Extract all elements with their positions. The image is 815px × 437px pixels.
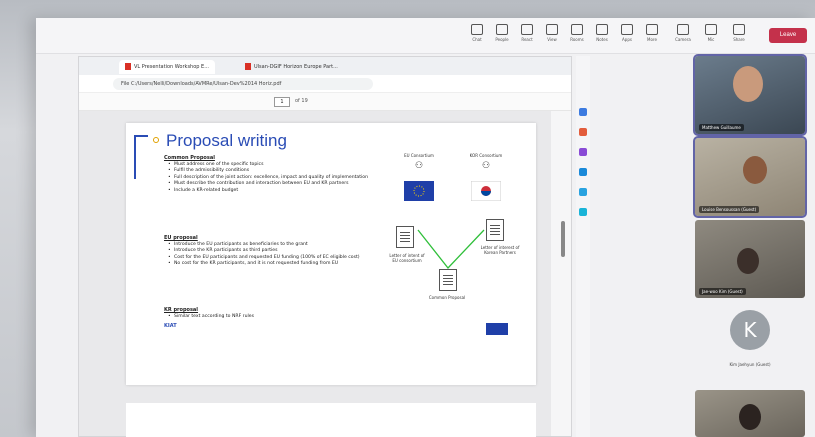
teams-window: Chat People React View Rooms Notes Apps …: [36, 18, 815, 437]
document-icon: [486, 219, 504, 241]
eu-flag-icon: [486, 323, 508, 335]
participant-name: Louise Bensoussan (Guest): [699, 206, 760, 213]
react-button[interactable]: React: [516, 24, 538, 42]
share-icon: [733, 24, 745, 35]
view-button[interactable]: View: [541, 24, 563, 42]
avatar: K: [730, 310, 770, 350]
tab-horizon-europe[interactable]: Ulsan-DGIF Horizon Europe Part...: [239, 60, 344, 74]
view-icon: [546, 24, 558, 35]
tab-strip: VL Presentation Workshop E... Ulsan-DGIF…: [79, 57, 571, 75]
title-bracket: [134, 135, 148, 179]
apps-button[interactable]: Apps: [616, 24, 638, 42]
camera-icon: [677, 24, 689, 35]
pdf-icon: [245, 63, 251, 70]
mic-icon: [705, 24, 717, 35]
more-icon: [646, 24, 658, 35]
eu-flag-icon: [404, 181, 434, 201]
participant-tile[interactable]: K Kim Jaehyun (Guest): [695, 300, 805, 380]
common-proposal-heading: Common Proposal: [164, 155, 215, 161]
slide: Proposal writing Common Proposal Must ad…: [126, 123, 536, 385]
common-proposal-list: Must address one of the specific topics …: [168, 162, 380, 194]
common-proposal-icon: [439, 269, 457, 291]
tab-presentation[interactable]: VL Presentation Workshop E...: [119, 60, 215, 74]
kiat-logo: KIAT: [164, 323, 177, 329]
search-icon[interactable]: [579, 108, 587, 116]
participant-face: [739, 404, 761, 430]
camera-button[interactable]: Camera: [672, 24, 694, 42]
notes-icon: [596, 24, 608, 35]
more-button[interactable]: More: [641, 24, 663, 42]
shopping-icon[interactable]: [579, 128, 587, 136]
mic-button[interactable]: Mic: [700, 24, 722, 42]
shared-browser-window: VL Presentation Workshop E... Ulsan-DGIF…: [78, 56, 572, 437]
kr-proposal-heading: KR proposal: [164, 307, 199, 313]
right-doc-label: Letter of interest of Korean Partners: [480, 245, 520, 255]
participant-name: Matthew Guillaume: [699, 124, 744, 131]
list-item: Include a KR-related budget: [168, 188, 380, 195]
list-item: Similar text according to NRF rules: [168, 314, 380, 321]
scroll-thumb[interactable]: [561, 221, 565, 257]
eu-consortium-label: EU Consortium: [404, 153, 434, 158]
participant-face: [733, 66, 763, 102]
meeting-toolbar: Chat People React View Rooms Notes Apps …: [36, 18, 815, 54]
list-item: No cost for the KR participants, and it …: [168, 261, 380, 268]
left-doc-label: Letter of intent of EU consortium: [389, 253, 425, 263]
title-dot: [153, 137, 159, 143]
slide-title: Proposal writing: [166, 131, 287, 150]
participant-name: Kim Jaehyun (Guest): [729, 362, 771, 367]
apps-icon: [621, 24, 633, 35]
page-number-input[interactable]: 1: [274, 97, 290, 107]
people-button[interactable]: People: [491, 24, 513, 42]
page-count: of 19: [295, 98, 308, 104]
participant-face: [737, 248, 759, 274]
participant-tile[interactable]: Louise Bensoussan (Guest): [693, 136, 807, 218]
rooms-icon: [571, 24, 583, 35]
chat-button[interactable]: Chat: [466, 24, 488, 42]
kr-consortium-label: KOR Consortium: [469, 153, 503, 158]
notes-button[interactable]: Notes: [591, 24, 613, 42]
document-icon: [396, 226, 414, 248]
share-button[interactable]: Share: [728, 24, 750, 42]
participant-face: [743, 156, 767, 184]
participant-tile[interactable]: Matthew Guillaume: [693, 54, 807, 136]
react-icon: [521, 24, 533, 35]
kr-flag-icon: [471, 181, 501, 201]
common-proposal-label: Common Proposal: [428, 295, 466, 300]
games-icon[interactable]: [579, 148, 587, 156]
participant-tile[interactable]: [695, 390, 805, 437]
kr-proposal-list: Similar text according to NRF rules: [168, 314, 380, 321]
connection-lines: [417, 229, 485, 269]
scrollbar[interactable]: [551, 111, 571, 436]
kr-people-icon: ⚇: [481, 161, 491, 171]
next-slide: [126, 403, 536, 437]
office-icon[interactable]: [579, 188, 587, 196]
chat-icon: [471, 24, 483, 35]
address-bar: File C:/Users/Nelli/Downloads/AVMRe/Ulsa…: [79, 75, 571, 93]
eu-proposal-list: Introduce the EU participants as benefic…: [168, 242, 380, 268]
edge-sidebar: [576, 56, 590, 437]
people-icon: [496, 24, 508, 35]
outlook-icon[interactable]: [579, 168, 587, 176]
eu-people-icon: ⚇: [414, 161, 424, 171]
rooms-button[interactable]: Rooms: [566, 24, 588, 42]
eu-proposal-heading: EU proposal: [164, 235, 198, 241]
url-field[interactable]: File C:/Users/Nelli/Downloads/AVMRe/Ulsa…: [113, 78, 373, 90]
pdf-toolbar: 1 of 19: [79, 93, 571, 111]
participant-tile[interactable]: Jae-woo Kim (Guest): [695, 220, 805, 298]
participant-name: Jae-woo Kim (Guest): [699, 288, 746, 295]
leave-button[interactable]: Leave: [769, 28, 807, 43]
pdf-icon: [125, 63, 131, 70]
drop-icon[interactable]: [579, 208, 587, 216]
pdf-viewer[interactable]: Proposal writing Common Proposal Must ad…: [79, 111, 551, 437]
